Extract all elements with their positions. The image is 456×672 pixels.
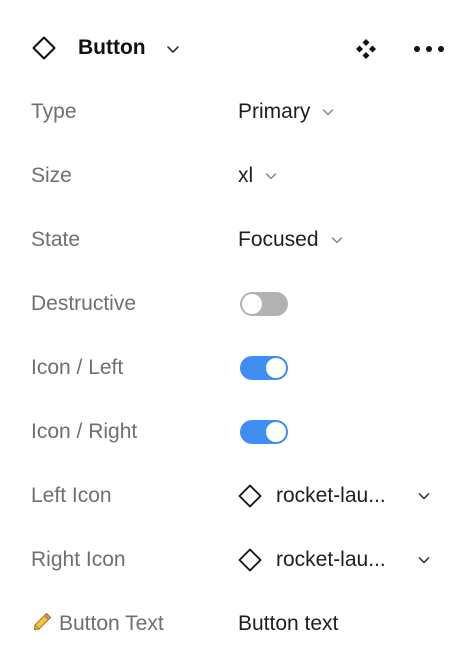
type-value: Primary bbox=[238, 100, 311, 123]
diamond-icon bbox=[32, 36, 56, 60]
more-icon[interactable] bbox=[412, 39, 448, 59]
destructive-toggle[interactable] bbox=[240, 292, 288, 316]
chevron-down-icon bbox=[418, 557, 430, 564]
size-value: xl bbox=[238, 164, 254, 187]
property-row-button-text: Button Text Button text bbox=[0, 592, 456, 656]
property-label: State bbox=[31, 228, 81, 251]
property-row-right-icon: Right Icon rocket-lau... bbox=[0, 528, 456, 592]
toggle-knob bbox=[266, 422, 286, 442]
property-row-state: State Focused bbox=[0, 208, 456, 272]
property-label: Size bbox=[31, 164, 72, 187]
chevron-down-icon bbox=[331, 237, 342, 244]
right-icon-value: rocket-lau... bbox=[276, 548, 386, 571]
right-icon-swap-select[interactable]: rocket-lau... bbox=[236, 528, 436, 592]
type-select[interactable]: Primary bbox=[238, 80, 336, 144]
property-row-destructive: Destructive bbox=[0, 272, 456, 336]
button-text-input[interactable]: Button text bbox=[238, 592, 338, 656]
property-label: Right Icon bbox=[31, 548, 126, 571]
diamond-icon bbox=[238, 548, 262, 572]
property-label: Icon / Right bbox=[31, 420, 138, 443]
chevron-down-icon bbox=[323, 109, 334, 116]
property-label: Left Icon bbox=[31, 484, 112, 507]
pencil-icon bbox=[34, 613, 51, 630]
property-row-size: Size xl bbox=[0, 144, 456, 208]
property-row-icon-left: Icon / Left bbox=[0, 336, 456, 400]
icon-right-toggle[interactable] bbox=[240, 420, 288, 444]
property-label-wrap: Button Text bbox=[31, 592, 164, 656]
chevron-down-icon[interactable] bbox=[164, 40, 182, 58]
property-label: Type bbox=[31, 100, 77, 123]
left-icon-swap-select[interactable]: rocket-lau... bbox=[236, 464, 436, 528]
left-icon-value: rocket-lau... bbox=[276, 484, 386, 507]
toggle-knob bbox=[242, 294, 262, 314]
icon-left-toggle[interactable] bbox=[240, 356, 288, 380]
diamond-icon bbox=[238, 484, 262, 508]
property-label: Destructive bbox=[31, 292, 137, 315]
component-header: Button bbox=[0, 16, 456, 80]
chevron-down-icon bbox=[265, 173, 277, 180]
state-select[interactable]: Focused bbox=[238, 208, 345, 272]
size-select[interactable]: xl bbox=[238, 144, 279, 208]
chevron-down-icon bbox=[418, 493, 430, 500]
components-icon[interactable] bbox=[354, 37, 378, 61]
state-value: Focused bbox=[238, 228, 319, 251]
property-row-type: Type Primary bbox=[0, 80, 456, 144]
toggle-knob bbox=[266, 358, 286, 378]
property-row-icon-right: Icon / Right bbox=[0, 400, 456, 464]
property-label: Button Text bbox=[59, 612, 164, 635]
property-row-left-icon: Left Icon rocket-lau... bbox=[0, 464, 456, 528]
property-label: Icon / Left bbox=[31, 356, 124, 379]
